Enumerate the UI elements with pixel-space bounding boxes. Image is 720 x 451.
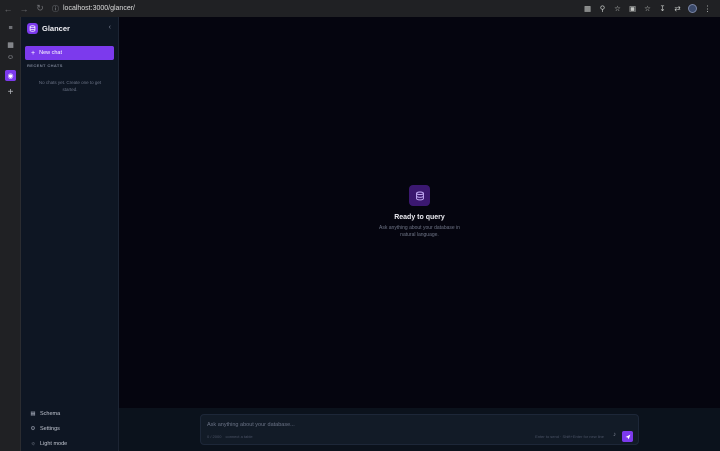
composer-dock: 0 / 2000 connect a table Enter to send ·… [119,408,720,451]
schema-nav-item[interactable]: ▦ Schema [30,406,67,421]
settings-label: Settings [40,425,60,432]
add-panel-icon[interactable]: + [5,87,16,98]
zoom-icon[interactable]: ⚲ [598,4,607,13]
sun-icon: ☼ [30,440,36,447]
main-panel: Ready to query Ask anything about your d… [119,17,720,408]
back-icon[interactable]: ← [0,0,16,17]
schema-label: Schema [40,410,61,417]
attach-table-link[interactable]: connect a table [225,434,252,439]
browser-actions: ▦ ⚲ ☆ ▣ ☆ ↧ ⇄ ⋮ [583,0,712,17]
light-mode-label: Light mode [40,440,68,447]
forward-icon[interactable]: → [16,0,32,17]
site-info-icon[interactable]: ⓘ [52,4,59,14]
microphone-icon[interactable]: ♪ [613,432,616,438]
url-text: localhost:3000/glancer/ [63,5,135,12]
side-panel-toggle-icon[interactable]: ≡ [5,23,16,34]
settings-nav-item[interactable]: ⚙ Settings [30,421,67,436]
empty-state-title: Ready to query [394,214,445,221]
translate-icon[interactable]: ▦ [583,4,592,13]
send-button[interactable] [622,431,633,442]
plus-icon: + [31,49,36,57]
reload-icon[interactable]: ↻ [32,0,48,17]
app-name: Glancer [42,24,70,33]
address-bar[interactable]: ⓘ localhost:3000/glancer/ [52,2,135,15]
composer: 0 / 2000 connect a table Enter to send ·… [200,414,639,445]
side-panel-rail: ≡ ▦ ☺ ◉ + [0,17,21,451]
empty-state-subtitle: Ask anything about your database in natu… [379,225,460,238]
database-logo-icon [27,23,38,34]
query-input[interactable] [207,420,587,429]
contacts-icon[interactable]: ☺ [5,52,16,63]
sidebar: Glancer ‹ + New chat RECENT CHATS No cha… [21,17,119,451]
collapse-sidebar-icon[interactable]: ‹ [109,24,111,31]
database-icon [409,185,430,206]
send-icon [625,434,630,439]
empty-state: Ready to query Ask anything about your d… [119,185,720,239]
bookmark-star-icon[interactable]: ☆ [613,4,622,13]
menu-icon[interactable]: ⋮ [703,4,712,13]
recent-chats-heading: RECENT CHATS [27,63,63,68]
bottom-nav: ▦ Schema ⚙ Settings ☼ Light mode [30,406,67,451]
composer-meta: 0 / 2000 connect a table [207,434,253,439]
empty-chats-message: No chats yet. Create one to get started. [38,80,102,92]
gear-icon: ⚙ [30,425,36,432]
new-chat-button[interactable]: + New chat [25,46,114,60]
browser-toolbar: ← → ↻ ⓘ localhost:3000/glancer/ ▦ ⚲ ☆ ▣ … [0,0,720,17]
glancer-extension-icon[interactable]: ◉ [5,70,16,81]
new-chat-label: New chat [39,50,63,56]
char-count: 0 / 2000 [207,434,222,439]
extensions-icon[interactable]: ▣ [628,4,637,13]
composer-hint: Enter to send · Shift+Enter for new line [535,434,604,439]
table-icon: ▦ [30,410,36,417]
profile-avatar[interactable] [688,4,697,13]
apps-grid-icon[interactable]: ▦ [5,39,16,50]
split-view-icon[interactable]: ⇄ [673,4,682,13]
download-icon[interactable]: ↧ [658,4,667,13]
reading-list-icon[interactable]: ☆ [643,4,652,13]
brand: Glancer [27,23,70,34]
light-mode-toggle[interactable]: ☼ Light mode [30,436,67,451]
